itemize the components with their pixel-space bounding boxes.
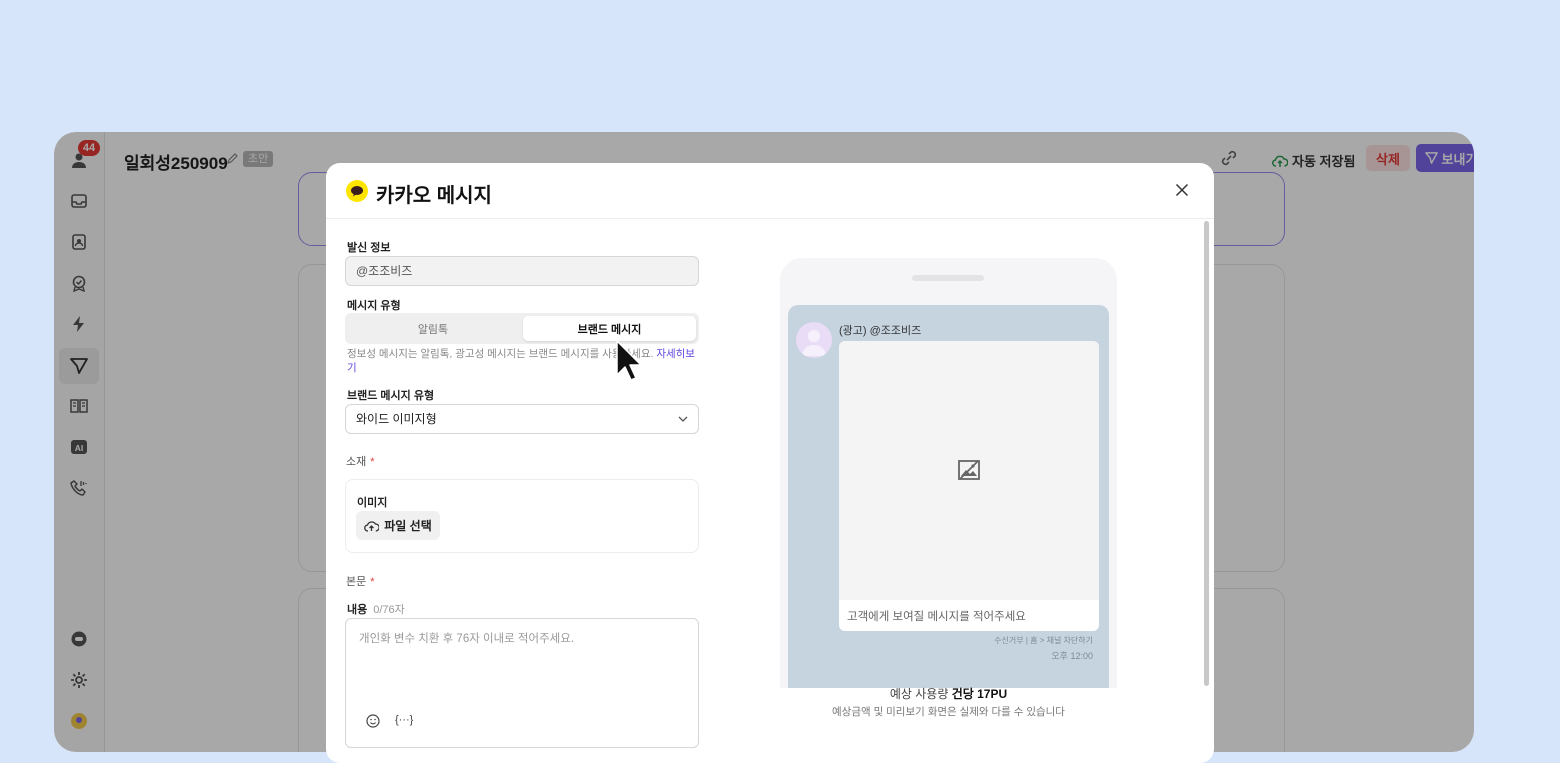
modal-title: 카카오 메시지 [376,185,492,207]
footer-meta: 수신거부 | 홈 > 채널 차단하기 [994,636,1093,645]
tab-brand-message[interactable]: 브랜드 메시지 [523,316,696,341]
estimate-value: 건당 17PU [951,687,1008,701]
message-type-segment: 알림톡 브랜드 메시지 [345,313,699,344]
brand-type-select[interactable]: 와이드 이미지형 [345,404,699,434]
usage-estimate: 예상 사용량 건당 17PU [780,685,1117,702]
material-label: 소재 * [346,453,375,469]
cloud-upload-icon [364,520,380,532]
tab-alimtalk[interactable]: 알림톡 [348,316,518,341]
close-icon[interactable] [1175,183,1189,197]
channel-avatar [796,322,832,358]
content-placeholder: 개인화 변수 치환 후 76자 이내로 적어주세요. [359,633,575,645]
file-select-button[interactable]: 파일 선택 [356,511,440,540]
message-type-helper: 정보성 메시지는 알림톡, 광고성 메시지는 브랜드 메시지를 사용하세요. 자… [347,347,697,375]
content-textarea[interactable]: 개인화 변수 치환 후 76자 이내로 적어주세요. {···} [345,618,699,748]
message-bubble: 고객에게 보여질 메시지를 적어주세요 [839,341,1099,631]
image-placeholder [839,341,1099,600]
estimate-label: 예상 사용량 [889,687,949,701]
character-counter: 0/76자 [373,604,405,616]
file-select-label: 파일 선택 [384,519,432,533]
mouse-cursor-icon [616,340,642,381]
brand-type-label: 브랜드 메시지 유형 [347,390,435,402]
image-label: 이미지 [357,497,388,509]
material-label-text: 소재 [346,456,367,468]
variable-button[interactable]: {···} [395,714,413,726]
sender-field[interactable]: @조조비즈 [345,256,699,286]
modal-header: 카카오 메시지 [326,163,1214,219]
material-box: 이미지 파일 선택 [345,479,699,553]
estimate-note: 예상금액 및 미리보기 화면은 실제와 다를 수 있습니다 [832,706,1065,718]
brand-type-value: 와이드 이미지형 [356,412,437,426]
chat-preview: (광고) @조조비즈 고객에게 보여질 메시지를 적어주세요 수신거부 | 홈 … [788,305,1109,688]
preview-sender-name: (광고) @조조비즈 [839,325,922,337]
phone-notch [912,275,984,281]
sender-label: 발신 정보 [347,242,391,254]
kakao-icon [346,180,368,202]
content-label: 내용 0/76자 [347,601,405,617]
required-mark: * [370,456,375,468]
chevron-down-icon [678,416,688,422]
required-mark: * [370,576,375,588]
helper-text: 정보성 메시지는 알림톡, 광고성 메시지는 브랜드 메시지를 사용하세요. [347,348,654,360]
modal-scrollbar[interactable] [1204,221,1209,686]
kakao-message-modal: 카카오 메시지 발신 정보 @조조비즈 메시지 유형 알림톡 브랜드 메시지 정… [326,163,1214,763]
body-label: 본문 * [346,573,375,589]
bubble-placeholder: 고객에게 보여질 메시지를 적어주세요 [847,611,1026,623]
image-icon [958,460,980,480]
message-time: 오후 12:00 [1051,651,1093,661]
body-label-text: 본문 [346,576,367,588]
phone-preview: (광고) @조조비즈 고객에게 보여질 메시지를 적어주세요 수신거부 | 홈 … [780,258,1117,688]
content-label-text: 내용 [347,604,368,616]
message-type-label: 메시지 유형 [347,300,401,312]
